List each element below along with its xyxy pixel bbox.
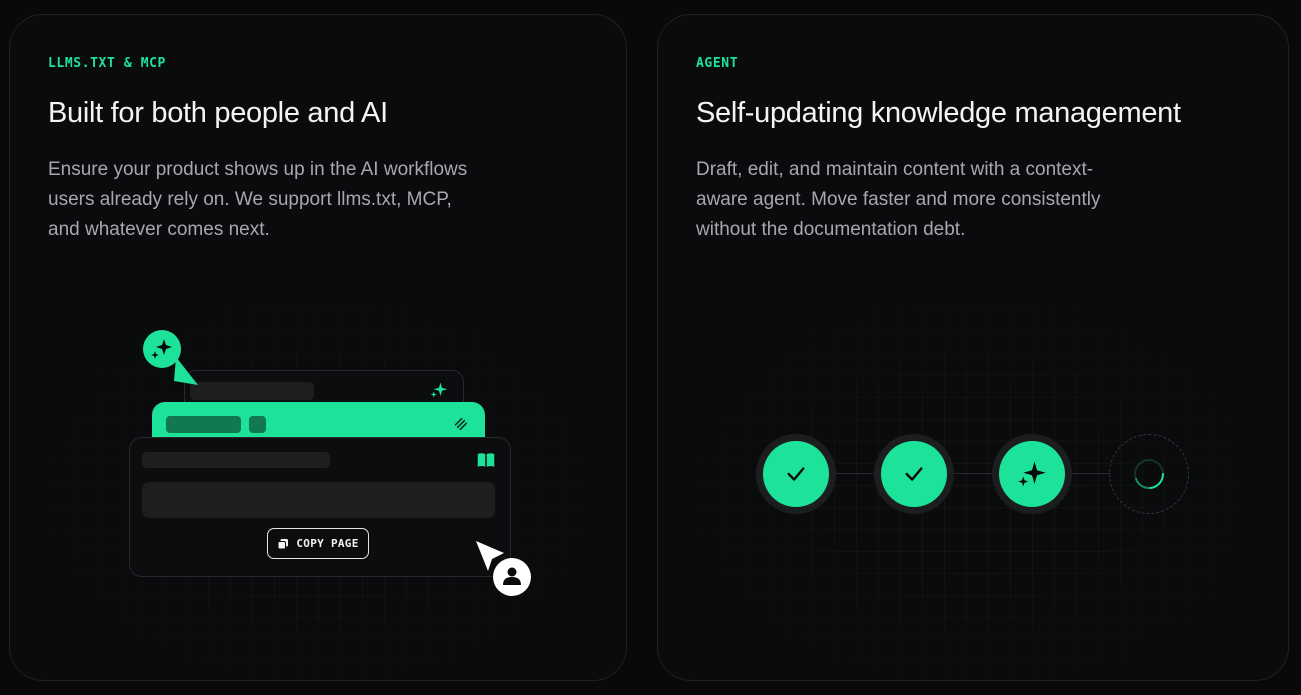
copy-icon (277, 538, 289, 550)
book-open-icon (477, 452, 495, 473)
agent-step-pending (1109, 434, 1189, 514)
sparkles-icon (430, 381, 448, 404)
placeholder-bar (142, 452, 330, 468)
card-eyebrow: LLMS.TXT & MCP (48, 56, 166, 71)
card-title: Built for both people and AI (48, 97, 388, 129)
feature-card-agent: AGENT Self-updating knowledge management… (657, 14, 1289, 681)
copy-page-label: COPY PAGE (296, 537, 359, 550)
card-eyebrow: AGENT (696, 56, 739, 71)
placeholder-bar (190, 382, 314, 400)
check-icon (905, 467, 923, 481)
step-connector (835, 473, 875, 474)
card-title: Self-updating knowledge management (696, 97, 1181, 129)
card-description: Draft, edit, and maintain content with a… (696, 159, 1101, 240)
user-cursor-icon (474, 539, 534, 604)
spinner-icon (1134, 459, 1164, 489)
step-connector (953, 473, 993, 474)
card-description: Ensure your product shows up in the AI w… (48, 159, 468, 240)
agent-step-complete (756, 434, 836, 514)
step-connector (1071, 473, 1111, 474)
layers-icon (453, 416, 469, 437)
sparkles-icon (1018, 461, 1046, 487)
feature-card-llms: LLMS.TXT & MCP Built for both people and… (9, 14, 627, 681)
ai-cursor-sparkles-icon (142, 329, 204, 394)
placeholder-pill (166, 416, 241, 433)
agent-step-active (992, 434, 1072, 514)
copy-page-button[interactable]: COPY PAGE (267, 528, 369, 559)
agent-step-complete (874, 434, 954, 514)
placeholder-pill (249, 416, 266, 433)
check-icon (787, 467, 805, 481)
placeholder-block (142, 482, 495, 518)
